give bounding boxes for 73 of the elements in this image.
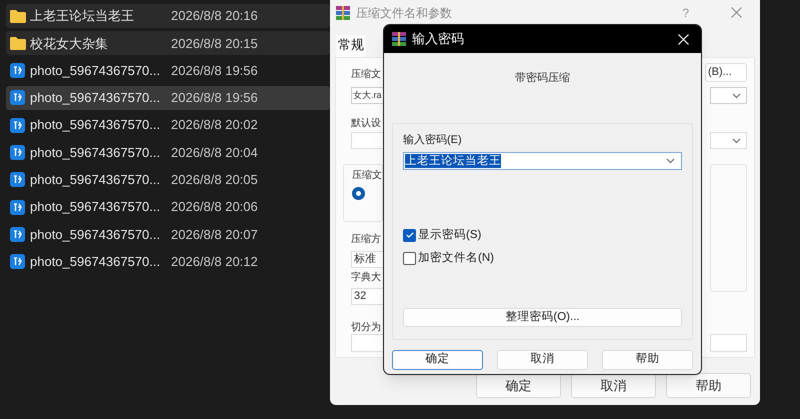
dialog-button[interactable]: 确定 [392, 350, 483, 370]
file-date: 2026/8/8 20:04 [171, 144, 258, 162]
password-field[interactable]: 上老王论坛当老王 [403, 152, 682, 170]
tab[interactable]: 常规 [336, 35, 366, 57]
dialog-button[interactable]: 帮助 [666, 373, 751, 398]
file-name: photo_59674367570... [30, 89, 162, 108]
checkbox[interactable] [403, 252, 416, 265]
field-label: 压缩方 [351, 232, 382, 247]
file-date: 2026/8/8 20:02 [171, 116, 258, 134]
archive-icon [392, 32, 406, 46]
chevron-down-icon [732, 138, 741, 144]
image-file-icon [10, 254, 25, 270]
file-row[interactable]: photo_59674367570... 2026/8/8 20:06 [6, 195, 330, 220]
archive-icon [336, 6, 350, 20]
file-name: photo_59674367570... [30, 252, 162, 271]
folder-icon [10, 10, 26, 22]
text-field[interactable] [710, 334, 747, 352]
file-date: 2026/8/8 20:16 [171, 7, 258, 26]
checkbox-label: 加密文件名(N) [418, 250, 494, 266]
file-date: 2026/8/8 19:56 [171, 62, 258, 80]
image-file-icon [10, 118, 25, 133]
file-row[interactable]: photo_59674367570... 2026/8/8 20:07 [6, 222, 330, 246]
image-file-icon [10, 200, 25, 215]
file-name: photo_59674367570... [30, 226, 162, 244]
dialog-button[interactable]: 取消 [571, 373, 656, 398]
field-label: 切分为 [351, 322, 381, 333]
checkbox[interactable] [403, 228, 416, 242]
file-row[interactable]: photo_59674367570... 2026/8/8 19:56 [6, 58, 330, 83]
file-date: 2026/8/8 20:07 [171, 226, 258, 244]
file-name: photo_59674367570... [30, 116, 162, 134]
field-label: 输入密码(E) [403, 132, 462, 148]
dialog-button[interactable]: 取消 [497, 350, 588, 370]
chevron-down-icon [666, 158, 675, 164]
file-row[interactable]: 校花女大杂集 2026/8/8 20:15 [6, 31, 330, 56]
field-label: 默认设 [351, 118, 381, 129]
chevron-down-icon [732, 92, 741, 98]
dialog-button[interactable]: 帮助 [602, 350, 693, 370]
file-date: 2026/8/8 20:05 [171, 171, 258, 190]
file-date: 2026/8/8 20:06 [171, 198, 258, 216]
image-file-icon [10, 226, 25, 242]
file-name: photo_59674367570... [30, 62, 162, 80]
file-name: 上老王论坛当老王 [30, 7, 135, 26]
browse-button[interactable]: (B)... [705, 63, 747, 82]
file-name: 校花女大杂集 [30, 34, 109, 53]
file-date: 2026/8/8 20:12 [171, 252, 258, 271]
window-title: 输入密码 [412, 30, 465, 48]
file-row[interactable]: photo_59674367570... 2026/8/8 19:56 [6, 86, 330, 110]
image-file-icon [10, 172, 25, 188]
file-row[interactable]: photo_59674367570... 2026/8/8 20:05 [6, 168, 330, 192]
file-name: photo_59674367570... [30, 171, 162, 190]
file-row[interactable]: photo_59674367570... 2026/8/8 20:04 [6, 140, 330, 164]
file-row[interactable]: photo_59674367570... 2026/8/8 20:12 [6, 250, 330, 274]
dialog-button[interactable]: 确定 [476, 373, 561, 398]
file-row[interactable]: 上老王论坛当老王 2026/8/8 20:16 [6, 4, 330, 28]
file-date: 2026/8/8 19:56 [171, 89, 258, 108]
organize-passwords-button[interactable]: 整理密码(O)... [403, 308, 682, 327]
file-name: photo_59674367570... [30, 144, 162, 162]
check-icon [406, 232, 414, 238]
radio-button[interactable] [352, 187, 365, 200]
image-file-icon [10, 63, 25, 78]
field-label: 压缩文 [351, 68, 381, 82]
file-date: 2026/8/8 20:15 [171, 34, 258, 53]
folder-icon [10, 36, 26, 50]
file-row[interactable]: photo_59674367570... 2026/8/8 20:02 [6, 113, 330, 138]
field-label: 字典大 [351, 270, 382, 285]
file-name: photo_59674367570... [30, 198, 162, 216]
dialog-heading: 带密码压缩 [515, 72, 570, 84]
password-value: 上老王论坛当老王 [405, 154, 501, 168]
window-title: 压缩文件名和参数 [356, 4, 453, 22]
image-file-icon [10, 144, 25, 160]
checkbox-label: 显示密码(S) [418, 227, 482, 242]
image-file-icon [10, 90, 25, 106]
group-label: 压缩文 [352, 168, 382, 183]
